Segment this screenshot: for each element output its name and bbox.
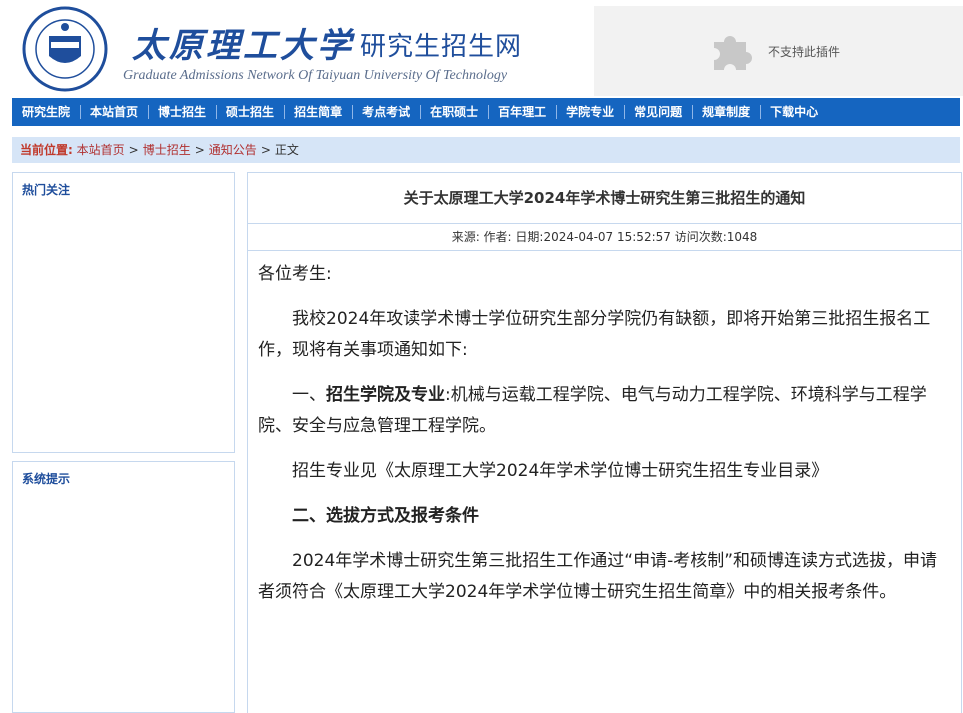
article-paragraph: 我校2024年攻读学术博士学位研究生部分学院仍有缺额，即将开始第三批招生报名工作… [258, 309, 931, 360]
article-greeting: 各位考生: [258, 264, 332, 284]
article-meta: 来源: 作者: 日期:2024-04-07 15:52:57 访问次数:1048 [248, 224, 961, 251]
site-name-en: Graduate Admissions Network Of Taiyuan U… [123, 68, 508, 83]
breadcrumb-separator: > [260, 143, 271, 157]
article-paragraph: 招生专业见《太原理工大学2024年学术学位博士研究生招生专业目录》 [292, 461, 829, 481]
site-header: 太原理工大学 研究生招生网 Graduate Admissions Networ… [12, 0, 963, 96]
hot-topics-panel: 热门关注 [12, 172, 235, 453]
breadcrumb-current: 正文 [274, 143, 299, 157]
nav-item-regulations[interactable]: 规章制度 [692, 98, 760, 126]
nav-item-exam-sites[interactable]: 考点考试 [352, 98, 420, 126]
article-panel: 关于太原理工大学2024年学术博士研究生第三批招生的通知 来源: 作者: 日期:… [247, 172, 962, 713]
section-heading: 招生学院及专业 [326, 385, 445, 405]
breadcrumb-link-home[interactable]: 本站首页 [77, 143, 125, 157]
nav-item-doctoral-admissions[interactable]: 博士招生 [148, 98, 216, 126]
nav-item-faq[interactable]: 常见问题 [624, 98, 692, 126]
main-nav: 研究生院 本站首页 博士招生 硕士招生 招生简章 考点考试 在职硕士 百年理工 … [12, 98, 960, 126]
plugin-unsupported-text: 不支持此插件 [768, 45, 841, 59]
nav-item-admission-brochure[interactable]: 招生简章 [284, 98, 352, 126]
breadcrumb-label: 当前位置: [20, 143, 73, 157]
article-section-heading-2: 二、选拔方式及报考条件 [292, 506, 479, 526]
university-name-cn: 太原理工大学 [132, 26, 354, 66]
university-seal-logo[interactable] [22, 6, 108, 92]
system-notice-panel: 系统提示 [12, 461, 235, 713]
article-paragraph: 2024年学术博士研究生第三批招生工作通过“申请-考核制”和硕博连读方式选拔，申… [258, 551, 938, 602]
hot-topics-title: 热门关注 [22, 183, 71, 197]
plugin-placeholder: 不支持此插件 [594, 6, 963, 96]
site-name: 研究生招生网 [360, 32, 523, 62]
nav-item-schools-majors[interactable]: 学院专业 [556, 98, 624, 126]
nav-item-downloads[interactable]: 下载中心 [760, 98, 828, 126]
nav-item-century[interactable]: 百年理工 [488, 98, 556, 126]
breadcrumb-link-notices[interactable]: 通知公告 [209, 143, 257, 157]
nav-item-in-service-master[interactable]: 在职硕士 [420, 98, 488, 126]
nav-item-home[interactable]: 本站首页 [80, 98, 148, 126]
nav-item-graduate-school[interactable]: 研究生院 [12, 98, 80, 126]
breadcrumb-separator: > [128, 143, 139, 157]
section-number: 一、 [292, 385, 326, 405]
breadcrumb-link-doctoral[interactable]: 博士招生 [143, 143, 191, 157]
breadcrumb: 当前位置: 本站首页 > 博士招生 > 通知公告 > 正文 [12, 137, 960, 163]
nav-item-master-admissions[interactable]: 硕士招生 [216, 98, 284, 126]
breadcrumb-separator: > [194, 143, 205, 157]
article-body: 各位考生: 我校2024年攻读学术博士学位研究生部分学院仍有缺额，即将开始第三批… [248, 251, 961, 608]
article-title: 关于太原理工大学2024年学术博士研究生第三批招生的通知 [248, 173, 961, 224]
system-notice-title: 系统提示 [22, 472, 71, 486]
article-section-1: 一、招生学院及专业:机械与运载工程学院、电气与动力工程学院、环境科学与工程学院、… [258, 380, 949, 442]
puzzle-piece-icon [714, 36, 752, 70]
